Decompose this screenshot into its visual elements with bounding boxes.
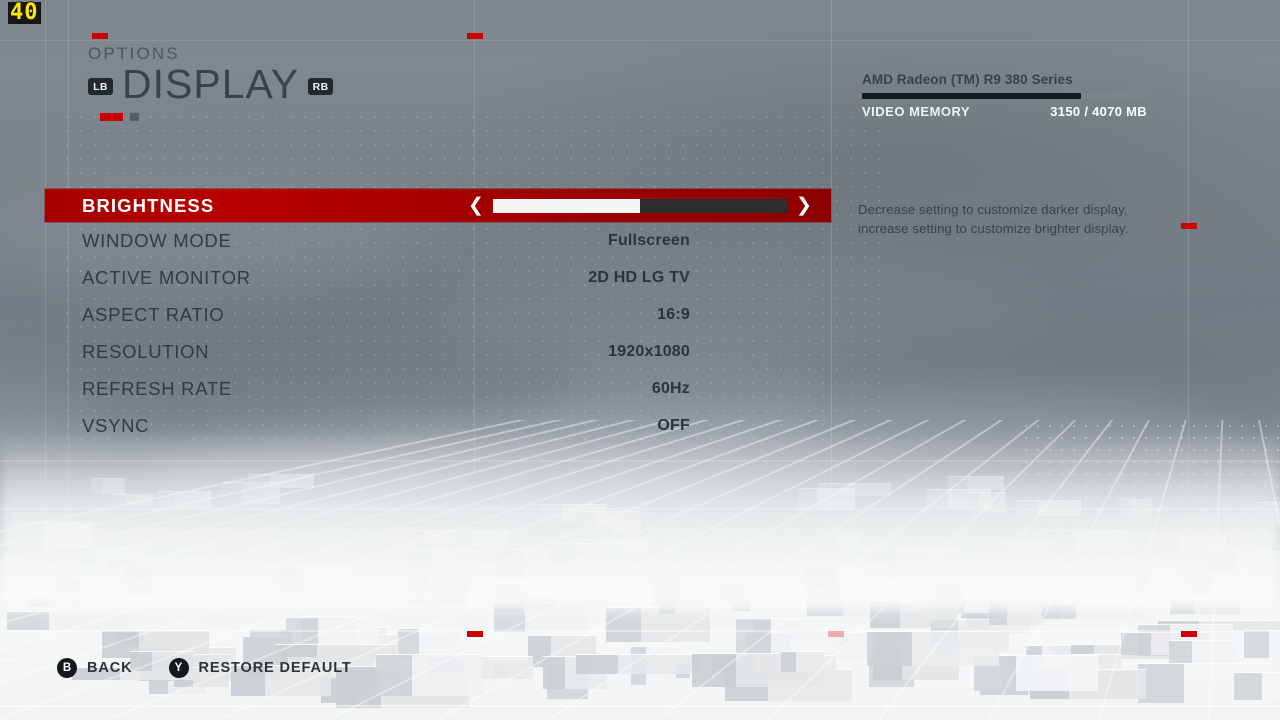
setting-value: 60Hz bbox=[651, 379, 690, 397]
chevron-left-icon[interactable]: ❮ bbox=[465, 196, 487, 215]
setting-value: 1920x1080 bbox=[608, 342, 690, 360]
setting-row-brightness[interactable]: BRIGHTNESS ❮ ❯ bbox=[45, 189, 831, 222]
video-memory-bar-fill bbox=[862, 93, 1082, 99]
video-memory-label: VIDEO MEMORY bbox=[862, 104, 971, 119]
tick-mark bbox=[467, 631, 483, 637]
game-options-screen: 40 OPTIONS LB DISPLAY RB AMD Radeon (TM)… bbox=[0, 0, 1280, 720]
tab-indicator-inactive[interactable] bbox=[130, 112, 139, 121]
setting-row[interactable]: ACTIVE MONITOR 2D HD LG TV bbox=[45, 259, 831, 296]
tab-indicators bbox=[100, 112, 333, 121]
brightness-slider-track[interactable] bbox=[493, 198, 787, 213]
video-memory-bar bbox=[862, 93, 1147, 99]
footer-prompt-label: RESTORE DEFAULT bbox=[198, 660, 352, 676]
setting-value: OFF bbox=[657, 416, 690, 434]
tick-mark bbox=[828, 631, 844, 637]
footer-prompt[interactable]: Y RESTORE DEFAULT bbox=[168, 658, 352, 678]
guide-line bbox=[1188, 0, 1189, 720]
tick-mark bbox=[1181, 223, 1197, 229]
help-text: Decrease setting to customize darker dis… bbox=[858, 202, 1129, 237]
setting-row[interactable]: WINDOW MODE Fullscreen bbox=[45, 222, 831, 259]
gamepad-button-y-icon: Y bbox=[168, 658, 189, 678]
tick-mark bbox=[1181, 631, 1197, 637]
tick-mark bbox=[92, 33, 108, 39]
tick-mark bbox=[467, 33, 483, 39]
setting-row[interactable]: ASPECT RATIO 16:9 bbox=[45, 296, 831, 333]
fps-counter: 40 bbox=[8, 0, 41, 25]
left-bumper-icon[interactable]: LB bbox=[88, 78, 113, 96]
gamepad-button-b-icon: B bbox=[57, 658, 77, 678]
setting-value: 2D HD LG TV bbox=[588, 268, 690, 286]
right-bumper-icon[interactable]: RB bbox=[308, 78, 334, 96]
setting-row[interactable]: VSYNC OFF bbox=[45, 407, 831, 444]
settings-list: BRIGHTNESS ❮ ❯ WINDOW MODE Fullscreen ACTI… bbox=[45, 189, 831, 444]
footer-prompt[interactable]: B BACK bbox=[57, 658, 133, 678]
page-header: OPTIONS LB DISPLAY RB bbox=[88, 44, 334, 121]
guide-line bbox=[831, 0, 832, 720]
footer-prompts: B BACK Y RESTORE DEFAULT bbox=[57, 658, 352, 678]
brightness-slider[interactable]: ❮ ❯ bbox=[465, 195, 815, 217]
tab-indicator-active[interactable] bbox=[100, 112, 123, 121]
setting-row[interactable]: REFRESH RATE 60Hz bbox=[45, 370, 831, 407]
setting-rows: WINDOW MODE Fullscreen ACTIVE MONITOR 2D HD… bbox=[45, 222, 831, 444]
chevron-right-icon[interactable]: ❯ bbox=[793, 196, 815, 215]
grid-line bbox=[0, 630, 1280, 632]
brightness-slider-fill bbox=[493, 198, 640, 213]
setting-row[interactable]: RESOLUTION 1920x1080 bbox=[45, 333, 831, 370]
setting-value: Fullscreen bbox=[607, 231, 690, 249]
setting-value: 16:9 bbox=[657, 305, 690, 323]
footer-prompt-label: BACK bbox=[87, 660, 133, 676]
gpu-info-panel: AMD Radeon (TM) R9 380 Series VIDEO MEMO… bbox=[862, 72, 1147, 119]
guide-line bbox=[0, 40, 1280, 41]
background-fog bbox=[0, 430, 1280, 610]
setting-label: BRIGHTNESS bbox=[82, 194, 215, 216]
gpu-device-name: AMD Radeon (TM) R9 380 Series bbox=[862, 72, 1073, 87]
grid-line bbox=[0, 705, 1280, 707]
video-memory-value: 3150 / 4070 MB bbox=[1050, 104, 1147, 119]
page-title: DISPLAY bbox=[122, 61, 300, 107]
